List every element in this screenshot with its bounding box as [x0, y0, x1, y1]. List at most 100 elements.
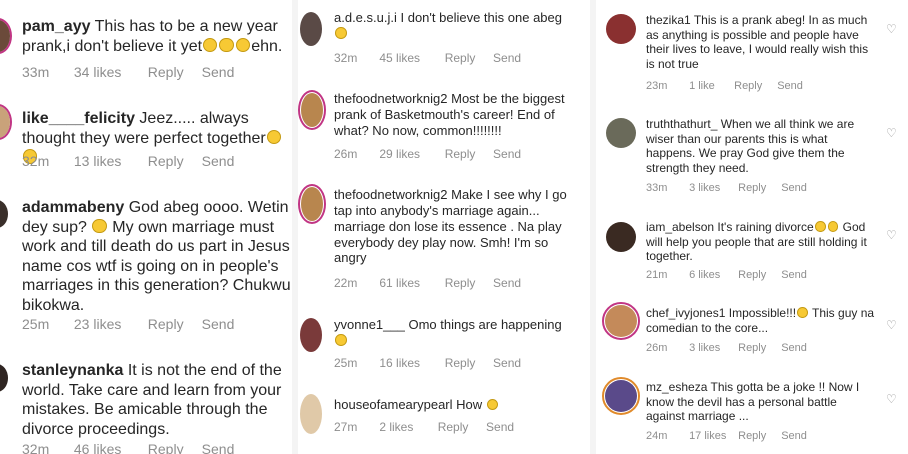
send-button[interactable]: Send — [493, 356, 521, 370]
comment-username[interactable]: yvonne1___ — [334, 317, 405, 332]
reply-button[interactable]: Reply — [738, 430, 778, 442]
comment-username[interactable]: thefoodnetworknig2 — [334, 187, 447, 202]
reply-button[interactable]: Reply — [734, 80, 774, 92]
comment-text: truththathurt_ When we all think we are … — [646, 117, 878, 176]
comment-time: 25m — [22, 316, 50, 332]
reply-button[interactable]: Reply — [738, 342, 778, 354]
reply-button[interactable]: Reply — [738, 269, 778, 281]
worried-face-emoji-icon — [219, 37, 234, 53]
comment-meta: 23m 1 like Reply Send — [646, 80, 803, 92]
comment-meta: 32m 45 likes Reply Send — [334, 51, 521, 65]
comment-username[interactable]: stanleynanka — [22, 362, 123, 379]
comment-likes[interactable]: 46 likes — [74, 441, 144, 454]
send-button[interactable]: Send — [202, 316, 235, 332]
comment-meta: 21m 6 likes Reply Send — [646, 269, 807, 281]
comment-likes[interactable]: 45 likes — [379, 51, 441, 65]
sad-face-emoji-icon — [827, 221, 839, 233]
worried-face-emoji-icon — [203, 37, 218, 53]
avatar[interactable] — [301, 187, 323, 221]
comment-likes[interactable]: 3 likes — [689, 342, 735, 354]
comment-likes[interactable]: 61 likes — [379, 276, 441, 290]
avatar[interactable] — [605, 305, 637, 337]
send-button[interactable]: Send — [202, 64, 235, 80]
send-button[interactable]: Send — [777, 80, 803, 92]
comment-likes[interactable]: 34 likes — [74, 64, 144, 80]
reply-button[interactable]: Reply — [445, 356, 490, 370]
comments-column-3: thezika1 This is a prank abeg! In as muc… — [596, 0, 908, 454]
comment-username[interactable]: a.d.e.s.u.j.i — [334, 10, 397, 25]
comment-text: a.d.e.s.u.j.i I don't believe this one a… — [334, 10, 584, 42]
reply-button[interactable]: Reply — [438, 420, 483, 434]
comment-username[interactable]: pam_ayy — [22, 18, 91, 35]
comment-meta: 25m 23 likes Reply Send — [22, 316, 234, 332]
reply-button[interactable]: Reply — [148, 64, 198, 80]
avatar[interactable] — [0, 200, 8, 228]
comment-likes[interactable]: 1 like — [689, 80, 731, 92]
comment-time: 24m — [646, 430, 668, 442]
send-button[interactable]: Send — [493, 147, 521, 161]
sad-face-emoji-icon — [335, 334, 347, 347]
comment-body-tail: ehn. — [251, 37, 283, 55]
avatar[interactable] — [301, 93, 323, 127]
comment-meta: 22m 61 likes Reply Send — [334, 276, 521, 290]
comment-username[interactable]: houseofamearypearl — [334, 397, 453, 412]
like-heart-icon[interactable]: ♡ — [886, 228, 897, 242]
like-heart-icon[interactable]: ♡ — [886, 126, 897, 140]
comment-time: 22m — [334, 276, 358, 290]
comment-username[interactable]: thezika1 — [646, 13, 691, 27]
comment-likes[interactable]: 23 likes — [74, 316, 144, 332]
comment-time: 27m — [334, 420, 358, 434]
reply-button[interactable]: Reply — [148, 441, 198, 454]
comment-text: pam_ayy This has to be a new year prank,… — [22, 17, 292, 56]
send-button[interactable]: Send — [493, 276, 521, 290]
comment-meta: 24m 17 likes Reply Send — [646, 430, 807, 442]
avatar[interactable] — [606, 222, 636, 252]
sad-face-emoji-icon — [266, 129, 282, 145]
avatar[interactable] — [300, 12, 322, 46]
comment-username[interactable]: thefoodnetworknig2 — [334, 91, 447, 106]
reply-button[interactable]: Reply — [445, 276, 490, 290]
send-button[interactable]: Send — [493, 51, 521, 65]
comment-likes[interactable]: 16 likes — [379, 356, 441, 370]
comment-text: thefoodnetworknig2 Most be the biggest p… — [334, 91, 584, 139]
reply-button[interactable]: Reply — [148, 316, 198, 332]
comment-likes[interactable]: 29 likes — [379, 147, 441, 161]
like-heart-icon[interactable]: ♡ — [886, 22, 897, 36]
comment-likes[interactable]: 17 likes — [689, 430, 735, 442]
comment-likes[interactable]: 6 likes — [689, 269, 735, 281]
grinning-face-emoji-icon — [335, 27, 347, 40]
comments-column-1: pam_ayy This has to be a new year prank,… — [0, 0, 293, 454]
avatar[interactable] — [0, 364, 8, 392]
comment-username[interactable]: truththathurt_ — [646, 117, 717, 131]
like-heart-icon[interactable]: ♡ — [886, 318, 897, 332]
comments-column-2: a.d.e.s.u.j.i I don't believe this one a… — [298, 0, 590, 454]
comment-username[interactable]: iam_abelson — [646, 220, 714, 234]
comment-likes[interactable]: 3 likes — [689, 182, 735, 194]
send-button[interactable]: Send — [202, 153, 235, 169]
reply-button[interactable]: Reply — [148, 153, 198, 169]
avatar[interactable] — [300, 394, 322, 434]
like-heart-icon[interactable]: ♡ — [886, 392, 897, 406]
comment-username[interactable]: adammabeny — [22, 199, 124, 216]
reply-button[interactable]: Reply — [445, 51, 490, 65]
comment-text: thefoodnetworknig2 Make I see why I go t… — [334, 187, 584, 266]
send-button[interactable]: Send — [781, 342, 807, 354]
comment-username[interactable]: like____felicity — [22, 110, 135, 127]
comment-username[interactable]: chef_ivyjones1 — [646, 306, 725, 320]
comment-likes[interactable]: 2 likes — [379, 420, 434, 434]
avatar[interactable] — [605, 380, 637, 412]
reply-button[interactable]: Reply — [445, 147, 490, 161]
comment-meta: 33m 34 likes Reply Send — [22, 64, 234, 80]
send-button[interactable]: Send — [202, 441, 235, 454]
send-button[interactable]: Send — [781, 269, 807, 281]
send-button[interactable]: Send — [781, 430, 807, 442]
comment-time: 25m — [334, 356, 358, 370]
avatar[interactable] — [606, 14, 636, 44]
comment-username[interactable]: mz_esheza — [646, 380, 707, 394]
reply-button[interactable]: Reply — [738, 182, 778, 194]
avatar[interactable] — [300, 318, 322, 352]
send-button[interactable]: Send — [486, 420, 514, 434]
send-button[interactable]: Send — [781, 182, 807, 194]
avatar[interactable] — [606, 118, 636, 148]
comment-likes[interactable]: 13 likes — [74, 153, 144, 169]
